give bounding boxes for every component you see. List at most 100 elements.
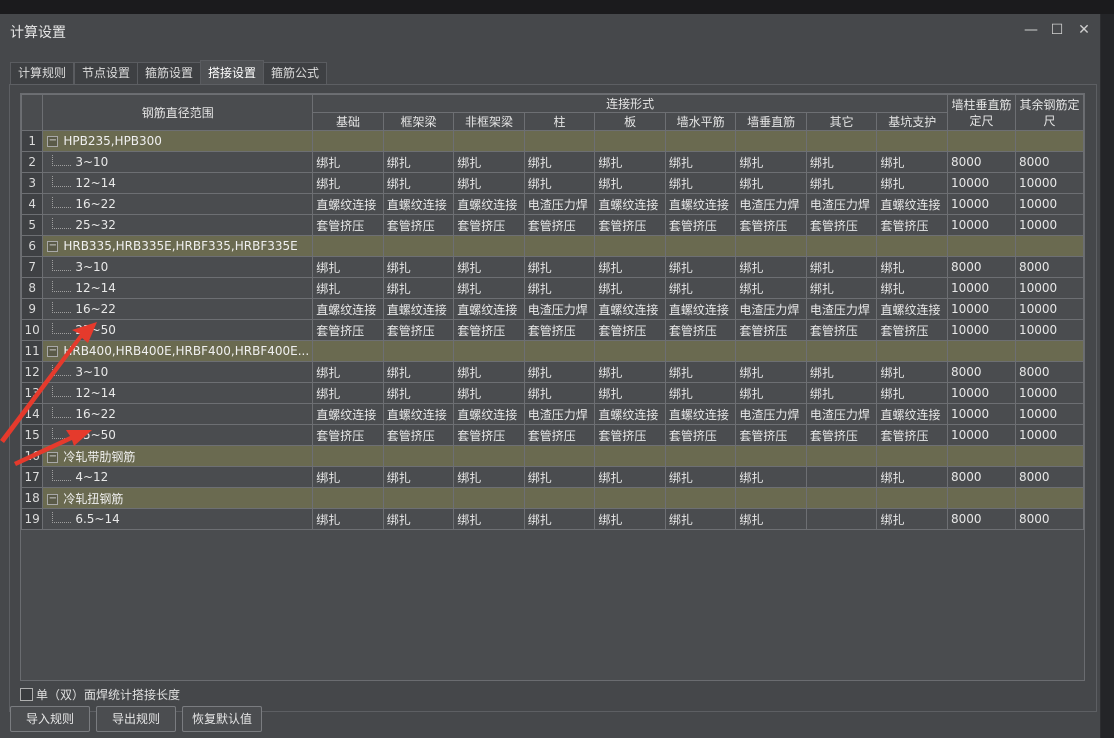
table-cell[interactable]: 10000 — [1014, 403, 1084, 425]
table-cell[interactable] — [382, 487, 455, 509]
table-cell[interactable] — [735, 445, 807, 467]
table-cell[interactable] — [946, 340, 1016, 362]
table-row[interactable]: 19 6.5~14 绑扎 绑扎 绑扎 绑扎 绑扎 绑扎 绑扎 绑扎 8000 8000 — [21, 508, 1084, 530]
table-cell[interactable]: 绑扎 — [594, 256, 666, 278]
table-cell[interactable] — [805, 466, 878, 488]
table-cell[interactable] — [735, 235, 807, 257]
table-cell[interactable]: 10000 — [946, 424, 1016, 446]
table-cell[interactable]: 10000 — [1014, 214, 1084, 236]
table-cell[interactable]: 直螺纹连接 — [876, 403, 948, 425]
table-cell[interactable]: 电渣压力焊 — [523, 298, 596, 320]
table-cell[interactable]: 直螺纹连接 — [453, 298, 525, 320]
table-row[interactable]: 5 25~32 套管挤压 套管挤压 套管挤压 套管挤压 套管挤压 套管挤压 套管挤压 套管挤压 套管… — [21, 214, 1084, 236]
table-cell[interactable]: 电渣压力焊 — [805, 403, 878, 425]
table-cell[interactable]: 套管挤压 — [382, 214, 455, 236]
table-cell[interactable]: 套管挤压 — [735, 424, 807, 446]
table-cell[interactable] — [453, 340, 525, 362]
table-cell[interactable] — [805, 130, 878, 152]
table-cell[interactable]: 绑扎 — [594, 508, 666, 530]
table-cell[interactable] — [876, 130, 948, 152]
table-row[interactable]: 8 12~14 绑扎 绑扎 绑扎 绑扎 绑扎 绑扎 绑扎 绑扎 绑扎 10000 10000 — [21, 277, 1084, 299]
table-cell[interactable]: 绑扎 — [876, 277, 948, 299]
table-cell[interactable]: 绑扎 — [312, 466, 384, 488]
table-cell[interactable]: 套管挤压 — [453, 424, 525, 446]
table-cell[interactable]: 绑扎 — [735, 361, 807, 383]
table-cell[interactable]: 直螺纹连接 — [312, 298, 384, 320]
table-cell[interactable] — [876, 487, 948, 509]
table-cell[interactable]: 直螺纹连接 — [664, 193, 737, 215]
table-cell[interactable]: 直螺纹连接 — [312, 403, 384, 425]
table-cell[interactable] — [382, 445, 455, 467]
table-cell[interactable]: 直螺纹连接 — [453, 193, 525, 215]
table-cell[interactable]: 绑扎 — [453, 151, 525, 173]
table-cell[interactable] — [1014, 487, 1084, 509]
group-name-cell[interactable]: − HRB335,HRB335E,HRBF335,HRBF335E — [42, 235, 314, 257]
table-cell[interactable] — [594, 340, 666, 362]
table-cell[interactable]: 10000 — [1014, 172, 1084, 194]
table-cell[interactable]: 绑扎 — [876, 361, 948, 383]
table-cell[interactable]: 绑扎 — [312, 277, 384, 299]
table-cell[interactable]: 8000 — [1014, 508, 1084, 530]
range-cell[interactable]: 3~10 — [42, 361, 314, 383]
table-cell[interactable]: 直螺纹连接 — [876, 298, 948, 320]
tab-node-settings[interactable]: 节点设置 — [74, 62, 139, 84]
table-cell[interactable]: 直螺纹连接 — [594, 403, 666, 425]
table-cell[interactable]: 绑扎 — [805, 382, 878, 404]
table-cell[interactable]: 绑扎 — [523, 361, 596, 383]
range-cell[interactable]: 6.5~14 — [42, 508, 314, 530]
range-cell[interactable]: 12~14 — [42, 172, 314, 194]
table-cell[interactable]: 8000 — [1014, 256, 1084, 278]
table-cell[interactable]: 10000 — [1014, 319, 1084, 341]
range-cell[interactable]: 12~14 — [42, 382, 314, 404]
table-cell[interactable]: 绑扎 — [453, 277, 525, 299]
table-cell[interactable]: 绑扎 — [382, 172, 455, 194]
table-cell[interactable]: 直螺纹连接 — [876, 193, 948, 215]
table-cell[interactable]: 10000 — [1014, 382, 1084, 404]
table-cell[interactable]: 绑扎 — [735, 256, 807, 278]
table-cell[interactable] — [735, 130, 807, 152]
table-cell[interactable]: 套管挤压 — [594, 214, 666, 236]
range-cell[interactable]: 4~12 — [42, 466, 314, 488]
table-cell[interactable]: 绑扎 — [735, 151, 807, 173]
table-row[interactable]: 3 12~14 绑扎 绑扎 绑扎 绑扎 绑扎 绑扎 绑扎 绑扎 绑扎 10000 10000 — [21, 172, 1084, 194]
table-cell[interactable]: 10000 — [1014, 277, 1084, 299]
table-cell[interactable]: 8000 — [946, 508, 1016, 530]
table-cell[interactable]: 套管挤压 — [453, 214, 525, 236]
table-cell[interactable] — [1014, 235, 1084, 257]
range-cell[interactable]: 16~22 — [42, 403, 314, 425]
table-cell[interactable] — [664, 130, 737, 152]
table-cell[interactable]: 直螺纹连接 — [664, 403, 737, 425]
table-cell[interactable]: 绑扎 — [664, 256, 737, 278]
table-cell[interactable]: 绑扎 — [735, 508, 807, 530]
table-cell[interactable]: 绑扎 — [382, 151, 455, 173]
table-cell[interactable]: 套管挤压 — [876, 424, 948, 446]
table-cell[interactable]: 直螺纹连接 — [594, 193, 666, 215]
table-cell[interactable] — [946, 130, 1016, 152]
table-cell[interactable]: 绑扎 — [382, 361, 455, 383]
table-cell[interactable]: 直螺纹连接 — [453, 403, 525, 425]
table-cell[interactable]: 绑扎 — [312, 382, 384, 404]
table-cell[interactable]: 绑扎 — [594, 466, 666, 488]
table-cell[interactable]: 绑扎 — [876, 172, 948, 194]
table-cell[interactable]: 直螺纹连接 — [382, 403, 455, 425]
table-cell[interactable] — [523, 130, 596, 152]
table-cell[interactable]: 套管挤压 — [382, 319, 455, 341]
table-cell[interactable]: 绑扎 — [735, 466, 807, 488]
table-cell[interactable]: 8000 — [1014, 361, 1084, 383]
table-cell[interactable]: 电渣压力焊 — [735, 403, 807, 425]
table-row[interactable]: 14 16~22 直螺纹连接 直螺纹连接 直螺纹连接 电渣压力焊 直螺纹连接 直螺纹连接 电渣压… — [21, 403, 1084, 425]
table-cell[interactable] — [523, 445, 596, 467]
table-row[interactable]: 15 25~50 套管挤压 套管挤压 套管挤压 套管挤压 套管挤压 套管挤压 套管挤压 套管挤压套… — [21, 424, 1084, 446]
table-cell[interactable]: 套管挤压 — [523, 424, 596, 446]
table-cell[interactable]: 绑扎 — [664, 172, 737, 194]
table-cell[interactable]: 绑扎 — [805, 361, 878, 383]
group-row[interactable]: 6− HRB335,HRB335E,HRBF335,HRBF335E — [21, 235, 1084, 257]
table-cell[interactable]: 绑扎 — [876, 256, 948, 278]
table-cell[interactable]: 绑扎 — [453, 172, 525, 194]
export-rules-button[interactable]: 导出规则 — [96, 706, 176, 732]
table-cell[interactable]: 绑扎 — [523, 466, 596, 488]
table-cell[interactable] — [946, 235, 1016, 257]
table-cell[interactable] — [1014, 445, 1084, 467]
table-cell[interactable] — [594, 130, 666, 152]
table-cell[interactable]: 电渣压力焊 — [523, 193, 596, 215]
